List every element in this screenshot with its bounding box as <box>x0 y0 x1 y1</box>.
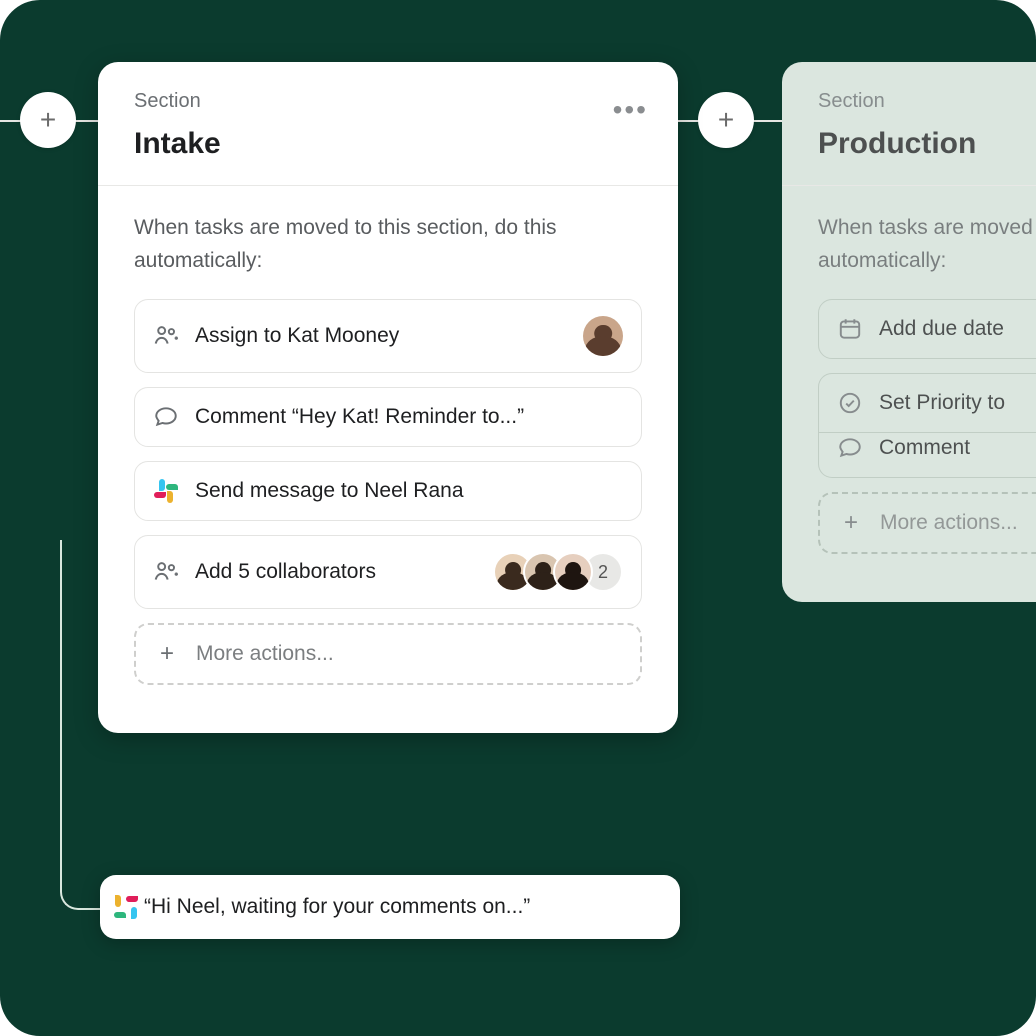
rule-assign[interactable]: Assign to Kat Mooney <box>134 299 642 373</box>
plus-icon: + <box>838 510 864 536</box>
card-header: Section Intake <box>98 62 678 185</box>
avatar <box>553 552 593 592</box>
collaborators-icon <box>153 559 179 585</box>
rule-label: Send message to Neel Rana <box>195 479 623 503</box>
rule-label: More actions... <box>196 642 622 666</box>
rule-label: More actions... <box>880 511 1036 535</box>
automation-instruction: When tasks are moved to this section, do… <box>818 212 1036 277</box>
check-circle-icon <box>837 390 863 416</box>
rule-label: Add 5 collaborators <box>195 560 477 584</box>
automation-canvas: + + ••• Section Intake When tasks are mo… <box>0 0 1036 1036</box>
add-more-actions-button[interactable]: + More actions... <box>818 492 1036 554</box>
section-label: Section <box>134 90 642 113</box>
rule-label: Set Priority to <box>879 391 1036 415</box>
plus-icon: + <box>718 104 734 136</box>
rule-add-collaborators[interactable]: Add 5 collaborators 2 <box>134 535 642 609</box>
message-text: “Hi Neel, waiting for your comments on..… <box>144 895 530 919</box>
section-card-intake: ••• Section Intake When tasks are moved … <box>98 62 678 733</box>
slack-message-preview: “Hi Neel, waiting for your comments on..… <box>100 875 680 939</box>
calendar-icon <box>837 316 863 342</box>
section-card-production: Section Production When tasks are moved … <box>782 62 1036 602</box>
comment-icon <box>153 404 179 430</box>
section-label: Section <box>818 90 1036 113</box>
card-body: When tasks are moved to this section, do… <box>98 186 678 733</box>
avatar-stack: 2 <box>493 552 623 592</box>
rule-label: Comment “Hey Kat! Reminder to...” <box>195 405 623 429</box>
plus-icon: + <box>154 641 180 667</box>
rule-slack-message[interactable]: Send message to Neel Rana <box>134 461 642 521</box>
rule-label: Add due date <box>879 317 1036 341</box>
rule-label: Comment <box>879 436 1036 460</box>
rule-add-due-date[interactable]: Add due date <box>818 299 1036 359</box>
section-title: Intake <box>134 127 642 161</box>
card-body: When tasks are moved to this section, do… <box>782 186 1036 602</box>
card-header: Section Production <box>782 62 1036 185</box>
add-section-button-right[interactable]: + <box>698 92 754 148</box>
comment-icon <box>837 435 863 461</box>
rule-comment[interactable]: Comment “Hey Kat! Reminder to...” <box>134 387 642 447</box>
add-section-button-left[interactable]: + <box>20 92 76 148</box>
rule-label: Assign to Kat Mooney <box>195 324 567 348</box>
add-more-actions-button[interactable]: + More actions... <box>134 623 642 685</box>
avatar <box>583 316 623 356</box>
rule-comment[interactable]: Comment <box>818 419 1036 478</box>
card-menu-button[interactable]: ••• <box>613 94 648 126</box>
assignee-icon <box>153 323 179 349</box>
automation-instruction: When tasks are moved to this section, do… <box>134 212 642 277</box>
section-title: Production <box>818 127 1036 161</box>
slack-icon <box>153 478 179 504</box>
plus-icon: + <box>40 104 56 136</box>
